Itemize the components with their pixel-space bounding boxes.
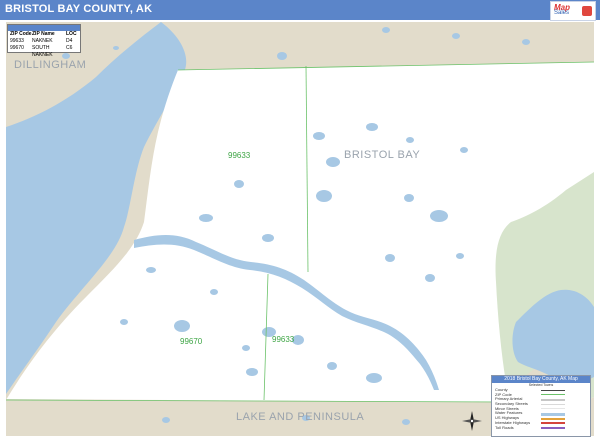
zip-table-col-name: ZIP Name	[32, 31, 55, 37]
lake	[242, 345, 250, 351]
brand-logo: Map Sales	[550, 1, 596, 21]
county-symbol-icon	[541, 389, 565, 393]
zip-table-cell-loc: C6	[66, 45, 73, 51]
county-label: BRISTOL BAY	[344, 149, 420, 161]
lake	[234, 180, 244, 188]
lake	[425, 274, 435, 282]
map-svg: DILLINGHAM BRISTOL BAY LAKE AND PENINSUL…	[6, 22, 594, 436]
lake	[210, 289, 218, 295]
lake	[430, 210, 448, 222]
zip-table-cell-zip: 99633	[10, 38, 24, 44]
brand-mark-icon	[582, 6, 592, 16]
lake	[366, 373, 382, 383]
lake	[382, 27, 390, 33]
lake	[406, 137, 414, 143]
legend-item-label: Toll Roads	[495, 424, 514, 430]
lake	[246, 368, 258, 376]
lake	[460, 147, 468, 153]
lake	[277, 52, 287, 60]
lake	[366, 123, 378, 131]
lake	[174, 320, 190, 332]
zip-table-row: 99670 SOUTH NAKNEK C6	[8, 45, 80, 58]
secondary-streets-symbol-icon	[541, 403, 565, 405]
primary-arterial-symbol-icon	[541, 398, 565, 401]
compass-rose-icon	[461, 410, 483, 432]
zip-symbol-icon	[541, 394, 565, 397]
lake	[522, 39, 530, 45]
lake	[402, 419, 410, 425]
lake	[113, 46, 119, 50]
us-highway-symbol-icon	[541, 417, 565, 420]
zip-table-row: 99633 NAKNEK D4	[8, 38, 80, 45]
zip-table-col-loc: LOC	[66, 31, 77, 37]
brand-line-2: Sales	[554, 10, 570, 16]
zip-table-cell-loc: D4	[66, 38, 73, 44]
lake	[538, 327, 546, 333]
lake	[146, 267, 156, 273]
zip-label: 99633	[228, 151, 251, 160]
map-canvas[interactable]: DILLINGHAM BRISTOL BAY LAKE AND PENINSUL…	[6, 22, 594, 436]
lake	[120, 319, 128, 325]
zip-table-col-zip: ZIP Code	[10, 31, 32, 37]
zip-label: 99670	[180, 337, 203, 346]
map-frame: BRISTOL BAY COUNTY, AK Map Sales DILLING…	[0, 0, 600, 442]
zip-code-table: ZIP Code ZIP Name LOC 99633 NAKNEK D4 99…	[7, 24, 81, 58]
zip-table-cell-name: NAKNEK	[32, 38, 53, 44]
lake	[452, 33, 460, 39]
lake	[404, 194, 414, 202]
toll-road-symbol-icon	[541, 427, 565, 429]
zip-table-cell-zip: 99670	[10, 45, 24, 51]
map-title: BRISTOL BAY COUNTY, AK	[5, 3, 153, 15]
neighbor-label-lake-and-peninsula: LAKE AND PENINSULA	[236, 411, 364, 423]
title-bar: BRISTOL BAY COUNTY, AK Map Sales	[0, 0, 600, 21]
lake	[316, 190, 332, 202]
legend-title: 2018 Bristol Bay County, AK Map	[492, 376, 590, 383]
zip-label: 99633	[272, 335, 295, 344]
neighbor-label-dillingham: DILLINGHAM	[14, 59, 86, 71]
map-legend: 2018 Bristol Bay County, AK Map Selected…	[491, 375, 591, 437]
lake	[385, 254, 395, 262]
lake	[327, 362, 337, 370]
zip-table-head-row: ZIP Code ZIP Name LOC	[8, 31, 80, 38]
lake	[326, 157, 340, 167]
lake	[199, 214, 213, 222]
lake	[456, 253, 464, 259]
water-symbol-icon	[541, 412, 565, 416]
lake	[162, 417, 170, 423]
lake	[313, 132, 325, 140]
legend-item: Toll Roads	[492, 424, 590, 431]
zip-table-cell-name: SOUTH NAKNEK	[32, 45, 53, 58]
interstate-symbol-icon	[541, 422, 565, 425]
minor-streets-symbol-icon	[541, 408, 565, 410]
lake	[262, 234, 274, 242]
